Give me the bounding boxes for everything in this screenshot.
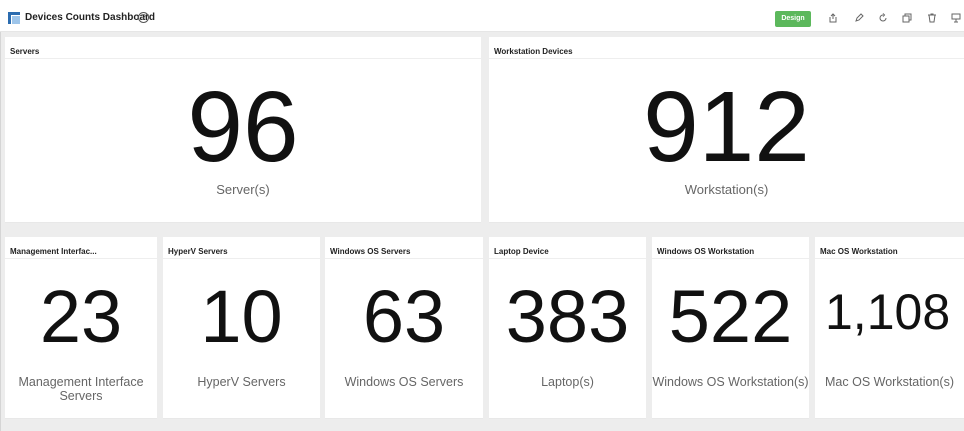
divider xyxy=(815,418,964,419)
widget-laptop-device[interactable]: Laptop Device 383 Laptop(s) xyxy=(489,237,646,419)
widget-title: Servers xyxy=(10,47,40,56)
widget-header: Windows OS Workstation xyxy=(652,237,809,259)
divider xyxy=(489,418,646,419)
widget-title: Laptop Device xyxy=(494,247,549,256)
widget-servers[interactable]: Servers 96 Server(s) xyxy=(5,37,481,223)
widget-caption: Windows OS Servers xyxy=(344,375,464,389)
widget-caption: Management Interface Servers xyxy=(18,375,144,403)
present-icon[interactable] xyxy=(949,11,963,25)
widget-value: 383 xyxy=(505,275,630,358)
widget-header: Management Interfac... xyxy=(5,237,157,259)
widget-value: 1,108 xyxy=(825,284,951,340)
widget-caption: Workstation(s) xyxy=(684,182,769,197)
share-icon[interactable] xyxy=(826,11,840,25)
widget-windows-os-workstation[interactable]: Windows OS Workstation 522 Windows OS Wo… xyxy=(652,237,809,419)
refresh-icon[interactable] xyxy=(876,11,890,25)
help-icon[interactable]: ? xyxy=(138,12,149,23)
delete-icon[interactable] xyxy=(925,11,939,25)
edit-icon[interactable] xyxy=(852,11,866,25)
widget-value: 912 xyxy=(643,71,810,183)
widget-title: Windows OS Servers xyxy=(330,247,411,256)
widget-value: 23 xyxy=(39,275,123,358)
widget-caption: Laptop(s) xyxy=(541,375,594,389)
widget-value: 63 xyxy=(362,275,446,358)
dashboard-icon xyxy=(8,11,20,24)
widget-mac-os-workstation[interactable]: Mac OS Workstation 1,108 Mac OS Workstat… xyxy=(815,237,964,419)
widget-title: Workstation Devices xyxy=(494,47,573,56)
widget-caption: Server(s) xyxy=(216,182,270,197)
widget-header: Workstation Devices xyxy=(489,37,964,59)
divider xyxy=(325,418,483,419)
widget-value: 10 xyxy=(200,275,283,358)
widget-value: 522 xyxy=(668,275,793,358)
copy-icon[interactable] xyxy=(900,11,914,25)
widget-title: HyperV Servers xyxy=(168,247,228,256)
widget-hyperv-servers[interactable]: HyperV Servers 10 HyperV Servers xyxy=(163,237,320,419)
divider xyxy=(652,418,809,419)
widget-title: Mac OS Workstation xyxy=(820,247,898,256)
widget-title: Management Interfac... xyxy=(10,247,97,256)
widget-caption: Mac OS Workstation(s) xyxy=(825,375,954,389)
divider xyxy=(489,222,964,223)
widget-header: Mac OS Workstation xyxy=(815,237,964,259)
widget-header: Servers xyxy=(5,37,481,59)
widget-header: Windows OS Servers xyxy=(325,237,483,259)
widget-caption: Windows OS Workstation(s) xyxy=(652,375,809,389)
page-title: Devices Counts Dashboard xyxy=(25,12,156,23)
widget-caption: HyperV Servers xyxy=(197,375,286,389)
widget-workstation-devices[interactable]: Workstation Devices 912 Workstation(s) xyxy=(489,37,964,223)
widget-management-interface[interactable]: Management Interfac... 23 Management Int… xyxy=(5,237,157,419)
dashboard-header: Devices Counts Dashboard ? Design xyxy=(0,0,964,32)
widget-header: HyperV Servers xyxy=(163,237,320,259)
divider xyxy=(163,418,320,419)
divider xyxy=(5,222,481,223)
divider xyxy=(5,418,157,419)
widget-header: Laptop Device xyxy=(489,237,646,259)
widget-value: 96 xyxy=(187,71,299,183)
widget-windows-os-servers[interactable]: Windows OS Servers 63 Windows OS Servers xyxy=(325,237,483,419)
widget-title: Windows OS Workstation xyxy=(657,247,755,256)
design-button[interactable]: Design xyxy=(775,11,811,27)
